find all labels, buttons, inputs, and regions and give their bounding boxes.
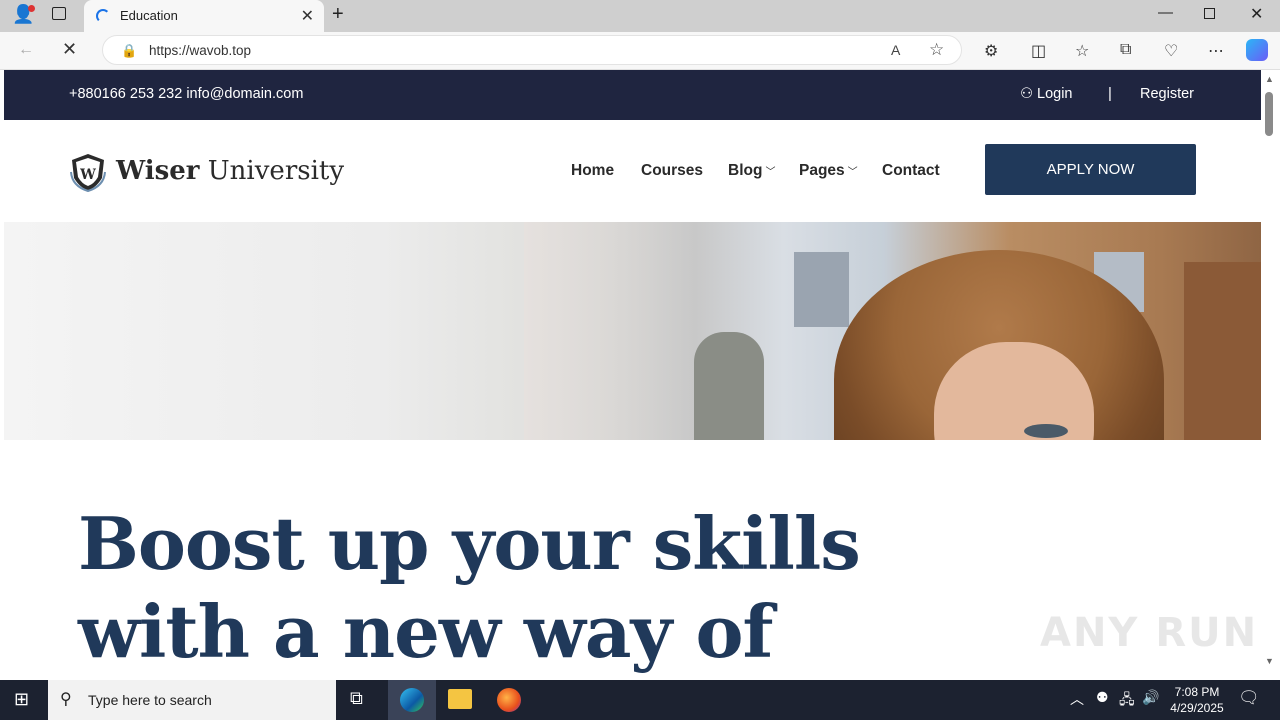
url-text[interactable]: https://wavob.top: [149, 43, 251, 58]
stop-loading-icon[interactable]: ✕: [62, 39, 77, 60]
login-label: Login: [1037, 86, 1073, 102]
hero-background-pillar: [524, 222, 694, 440]
back-icon[interactable]: ←: [18, 41, 34, 59]
close-window-icon[interactable]: ✕: [1250, 4, 1263, 24]
topbar-separator: |: [1108, 85, 1112, 102]
windows-taskbar: ⊞ ⚲ Type here to search ⧉ ︿ ⚉ 🖧 🔊 7:08 P…: [0, 680, 1280, 720]
chevron-down-icon: ﹀: [847, 167, 858, 178]
firefox-icon[interactable]: [497, 688, 521, 712]
copilot-icon[interactable]: [1246, 39, 1268, 61]
hero-image: [4, 222, 1261, 440]
hero-background-door: [1184, 262, 1261, 440]
nav-courses[interactable]: Courses: [641, 162, 703, 180]
nav-home[interactable]: Home: [571, 162, 614, 180]
notification-dot: [28, 5, 35, 12]
clock-date: 4/29/2025: [1170, 701, 1224, 715]
address-bar[interactable]: 🔒 https://wavob.top A ☆: [102, 35, 962, 65]
scroll-down-icon[interactable]: ▼: [1265, 656, 1274, 666]
edge-taskbar-button[interactable]: [388, 680, 436, 720]
site-navbar: W Wiser University Home Courses Blog ﹀ Pa…: [4, 120, 1261, 222]
taskbar-clock[interactable]: 7:08 PM 4/29/2025: [1162, 684, 1232, 716]
browser-toolbar: ← ✕ 🔒 https://wavob.top A ☆ ⚙ ◫ ☆ ⧉ ♡ ⋯: [0, 32, 1280, 70]
show-hidden-icons-icon[interactable]: ︿: [1070, 689, 1084, 709]
nav-blog-label: Blog: [728, 162, 763, 179]
page-scrollbar[interactable]: ▲ ▼: [1261, 70, 1280, 676]
site-logo[interactable]: Wiser University: [116, 156, 344, 186]
lock-icon[interactable]: 🔒: [121, 43, 137, 59]
scrollbar-thumb[interactable]: [1265, 92, 1273, 136]
close-tab-icon[interactable]: ✕: [301, 6, 314, 26]
headline-line-2: with a new way of: [78, 589, 773, 674]
tab-title: Education: [120, 8, 178, 23]
tab-education[interactable]: Education ✕: [84, 0, 324, 32]
read-aloud-icon[interactable]: A: [891, 42, 900, 58]
web-page: +880166 253 232 info@domain.com ⚇ Login |…: [4, 70, 1261, 676]
logo-rest: University: [199, 156, 345, 186]
register-link[interactable]: Register: [1140, 86, 1194, 102]
nav-contact[interactable]: Contact: [882, 162, 940, 180]
user-icon: ⚇: [1020, 86, 1033, 102]
nav-blog[interactable]: Blog ﹀: [728, 162, 775, 180]
device-icon[interactable]: ⚉: [1096, 689, 1109, 706]
split-screen-icon[interactable]: ◫: [1031, 41, 1046, 61]
nav-pages-label: Pages: [799, 162, 845, 179]
extensions-icon[interactable]: ⚙: [984, 41, 998, 61]
university-shield-icon[interactable]: W: [68, 152, 108, 192]
hero-headline: Boost up your skills with a new way of: [78, 500, 978, 676]
network-icon[interactable]: 🖧: [1119, 689, 1135, 713]
browser-essentials-icon[interactable]: ♡: [1164, 41, 1178, 61]
volume-icon[interactable]: 🔊: [1142, 689, 1159, 706]
hero-background-tree: [694, 332, 764, 440]
taskbar-search[interactable]: ⚲ Type here to search: [48, 680, 336, 720]
contact-info: +880166 253 232 info@domain.com: [69, 86, 304, 102]
notifications-icon[interactable]: 🗨: [1238, 688, 1260, 708]
tab-strip: 👤 Education ✕ + — ✕: [0, 0, 1280, 32]
favorites-icon[interactable]: ☆: [1075, 41, 1089, 61]
nav-pages[interactable]: Pages ﹀: [799, 162, 858, 180]
collections-icon[interactable]: ⧉: [1120, 41, 1131, 59]
apply-now-button[interactable]: APPLY NOW: [985, 144, 1196, 195]
new-tab-icon[interactable]: +: [332, 3, 344, 26]
scroll-up-icon[interactable]: ▲: [1265, 74, 1274, 84]
clock-time: 7:08 PM: [1174, 685, 1220, 699]
hero-background-window: [794, 252, 849, 327]
tab-actions-icon[interactable]: [52, 7, 66, 20]
more-options-icon[interactable]: ⋯: [1208, 41, 1224, 61]
svg-text:W: W: [79, 167, 96, 183]
chevron-down-icon: ﹀: [765, 167, 776, 178]
site-topbar: +880166 253 232 info@domain.com ⚇ Login |…: [4, 70, 1261, 120]
loading-icon: [96, 9, 110, 23]
headline-line-1: Boost up your skills: [78, 501, 861, 586]
restore-icon[interactable]: [1204, 8, 1215, 19]
login-link[interactable]: ⚇ Login: [1020, 86, 1072, 102]
file-explorer-icon[interactable]: [448, 689, 472, 709]
hero-person-eye: [1024, 424, 1068, 438]
anyrun-watermark: ANY RUN: [1040, 610, 1259, 656]
search-placeholder: Type here to search: [88, 692, 212, 708]
edge-icon: [400, 688, 424, 712]
minimize-icon[interactable]: —: [1158, 4, 1173, 21]
task-view-icon[interactable]: ⧉: [350, 688, 363, 709]
search-icon: ⚲: [60, 691, 72, 708]
favorite-star-icon[interactable]: ☆: [929, 40, 944, 60]
logo-bold: Wiser: [116, 156, 200, 186]
windows-start-icon[interactable]: ⊞: [14, 689, 29, 710]
